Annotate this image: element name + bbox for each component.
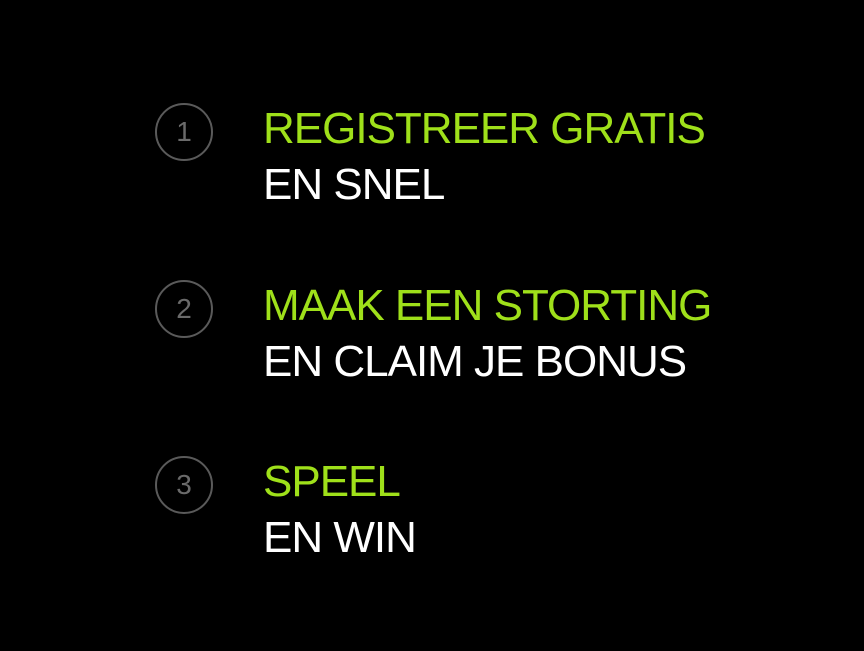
step-title: SPEEL xyxy=(263,457,401,506)
step-item: 2 MAAK EEN STORTING EN CLAIM JE BONUS xyxy=(155,280,815,390)
step-number-circle: 3 xyxy=(155,456,213,514)
step-item: 3 SPEEL EN WIN xyxy=(155,456,815,566)
step-title: REGISTREER GRATIS xyxy=(263,104,706,153)
step-subtitle: EN WIN xyxy=(263,513,417,562)
step-number-circle: 2 xyxy=(155,280,213,338)
step-subtitle: EN CLAIM JE BONUS xyxy=(263,337,687,386)
step-item: 1 REGISTREER GRATIS EN SNEL xyxy=(155,103,815,213)
step-number-circle: 1 xyxy=(155,103,213,161)
step-title: MAAK EEN STORTING xyxy=(263,281,712,330)
step-subtitle: EN SNEL xyxy=(263,160,445,209)
steps-list: 1 REGISTREER GRATIS EN SNEL 2 MAAK EEN S… xyxy=(0,0,864,651)
